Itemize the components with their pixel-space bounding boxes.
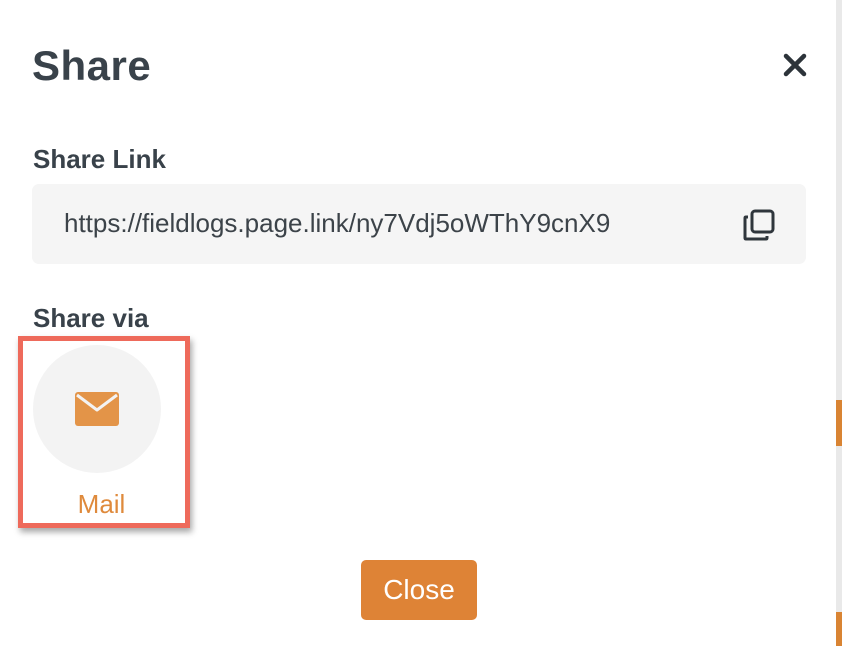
copy-icon[interactable] [742, 208, 776, 242]
background-accent [836, 612, 842, 646]
share-via-label: Share via [33, 303, 149, 333]
share-option-label[interactable]: Mail [23, 489, 180, 520]
dialog-title: Share [32, 42, 152, 89]
share-dialog: Share Share Link https://fieldlogs.page.… [0, 0, 836, 646]
background-page [836, 0, 842, 646]
share-link-label: Share Link [33, 144, 166, 174]
share-option-mail[interactable]: Mail [18, 336, 190, 528]
envelope-icon [75, 392, 119, 426]
share-link-field[interactable]: https://fieldlogs.page.link/ny7Vdj5oWThY… [32, 184, 806, 264]
screen: Share Share Link https://fieldlogs.page.… [0, 0, 842, 646]
background-accent [836, 400, 842, 446]
mail-icon-circle[interactable] [33, 345, 161, 473]
close-x-icon[interactable] [780, 50, 810, 80]
share-link-url[interactable]: https://fieldlogs.page.link/ny7Vdj5oWThY… [64, 208, 610, 239]
close-button[interactable]: Close [361, 560, 477, 620]
